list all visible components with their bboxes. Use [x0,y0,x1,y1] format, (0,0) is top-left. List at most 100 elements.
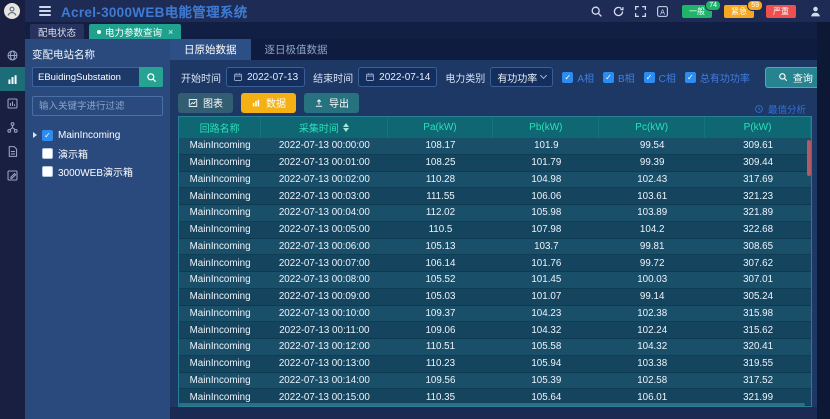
column-header[interactable]: Pc(kW) [599,117,705,138]
table-cell: 103.61 [599,188,705,204]
phase-checkbox-B相[interactable]: ✓B相 [603,70,635,85]
query-panel: 开始时间 2022-07-13 结束时间 2022-07-14 电力类别 有功功… [170,60,817,407]
tree-node[interactable]: 3000WEB演示箱 [32,162,163,180]
column-header[interactable]: Pb(kW) [493,117,599,138]
table-cell: 104.23 [493,306,599,322]
tree-node[interactable]: ✓MainIncoming [32,126,163,144]
window-tab[interactable]: 电力参数查询× [89,24,181,39]
phase-checkbox-group: ✓A相 ✓B相 ✓C相 ✓总有功功率 [562,70,750,85]
table-cell: 105.03 [388,289,494,305]
column-header[interactable]: 采集时间 [261,117,387,138]
checkbox[interactable]: ✓ [603,72,614,83]
phase-checkbox-A相[interactable]: ✓A相 [562,70,594,85]
alarm-badge-严重[interactable]: 严重 [766,5,796,18]
bar-chart-icon [6,73,19,86]
phase-checkbox-总有功功率[interactable]: ✓总有功功率 [685,70,750,85]
content-tab[interactable]: 日原始数据 [170,39,251,60]
table-row[interactable]: MainIncoming2022-07-13 00:06:00105.13103… [179,239,811,256]
table-row[interactable]: MainIncoming2022-07-13 00:01:00108.25101… [179,155,811,172]
table-row[interactable]: MainIncoming2022-07-13 00:13:00110.23105… [179,356,811,373]
table-cell: MainIncoming [179,138,261,154]
table-cell: 2022-07-13 00:06:00 [261,239,387,255]
table-row[interactable]: MainIncoming2022-07-13 00:05:00110.5107.… [179,222,811,239]
table-cell: 307.01 [705,272,811,288]
tree-filter-input[interactable] [32,96,163,116]
data-view-button[interactable]: 数据 [241,93,296,113]
table-body: MainIncoming2022-07-13 00:00:00108.17101… [179,138,811,406]
tree-checkbox[interactable] [42,148,53,159]
table-cell: 105.13 [388,239,494,255]
column-header[interactable]: Pa(kW) [388,117,494,138]
app-root: Acrel-3000WEB电能管理系统 A 一般74紧急59严重 配电状态电力参… [0,0,830,419]
table-cell: 101.45 [493,272,599,288]
table-row[interactable]: MainIncoming2022-07-13 00:14:00109.56105… [179,373,811,390]
tree-node[interactable]: 演示箱 [32,144,163,162]
clock-icon [754,104,764,114]
table-cell: 2022-07-13 00:04:00 [261,205,387,221]
phase-checkbox-C相[interactable]: ✓C相 [644,70,676,85]
station-search-button[interactable] [139,67,163,87]
end-date-value: 2022-07-14 [379,72,430,83]
table-cell: MainIncoming [179,373,261,389]
table-cell: 2022-07-13 00:05:00 [261,222,387,238]
start-date-input[interactable]: 2022-07-13 [226,67,305,87]
table-row[interactable]: MainIncoming2022-07-13 00:10:00109.37104… [179,306,811,323]
category-select[interactable]: 有功功率 [490,67,553,87]
station-input[interactable] [32,67,139,87]
table-row[interactable]: MainIncoming2022-07-13 00:07:00106.14101… [179,255,811,272]
table-cell: 103.7 [493,239,599,255]
expand-caret-icon[interactable] [33,132,37,138]
table-vertical-scrollbar[interactable] [807,138,811,402]
tree-checkbox[interactable]: ✓ [42,130,53,141]
sidebar [0,0,25,419]
column-header[interactable]: P(kW) [705,117,811,138]
translate-icon[interactable]: A [656,5,669,18]
calendar-icon [365,72,375,82]
table-row[interactable]: MainIncoming2022-07-13 00:02:00110.28104… [179,172,811,189]
analysis-link[interactable]: 最值分析 [754,102,806,116]
tree-checkbox[interactable] [42,166,53,177]
table-horizontal-scrollbar[interactable] [179,403,805,406]
sidebar-item-report[interactable] [0,91,25,115]
end-date-input[interactable]: 2022-07-14 [358,67,437,87]
sidebar-item-document[interactable] [0,139,25,163]
sort-icon[interactable] [343,123,349,132]
table-cell: 101.07 [493,289,599,305]
table-cell: MainIncoming [179,172,261,188]
user-icon[interactable] [809,5,822,18]
search-icon[interactable] [590,5,603,18]
checkbox[interactable]: ✓ [685,72,696,83]
column-header[interactable]: 回路名称 [179,117,261,138]
topbar: Acrel-3000WEB电能管理系统 A 一般74紧急59严重 [0,0,830,22]
table-row[interactable]: MainIncoming2022-07-13 00:09:00105.03101… [179,289,811,306]
sidebar-item-bar-chart[interactable] [0,67,25,91]
scrollbar-thumb[interactable] [807,140,811,176]
alarm-badge-一般[interactable]: 一般74 [682,5,712,18]
window-tab[interactable]: 配电状态 [30,24,84,39]
sidebar-item-globe[interactable] [0,43,25,67]
close-tab-icon[interactable]: × [168,27,173,37]
tree-node-label: 3000WEB演示箱 [58,164,133,179]
checkbox[interactable]: ✓ [562,72,573,83]
table-row[interactable]: MainIncoming2022-07-13 00:11:00109.06104… [179,322,811,339]
sidebar-item-topology[interactable] [0,115,25,139]
fullscreen-icon[interactable] [634,5,647,18]
alarm-badge-紧急[interactable]: 紧急59 [724,5,754,18]
content-tab[interactable]: 逐日极值数据 [251,39,342,60]
refresh-icon[interactable] [612,5,625,18]
export-button[interactable]: 导出 [304,93,359,113]
sidebar-item-edit[interactable] [0,163,25,187]
chart-view-button[interactable]: 图表 [178,93,233,113]
table-row[interactable]: MainIncoming2022-07-13 00:04:00112.02105… [179,205,811,222]
menu-toggle-icon[interactable] [39,6,51,16]
table-row[interactable]: MainIncoming2022-07-13 00:12:00110.51105… [179,339,811,356]
table-row[interactable]: MainIncoming2022-07-13 00:00:00108.17101… [179,138,811,155]
line-chart-icon [188,98,198,108]
table-row[interactable]: MainIncoming2022-07-13 00:03:00111.55106… [179,188,811,205]
chart-view-label: 图表 [203,95,223,110]
avatar[interactable] [4,3,20,19]
table-cell: 101.9 [493,138,599,154]
table-cell: MainIncoming [179,289,261,305]
table-row[interactable]: MainIncoming2022-07-13 00:08:00105.52101… [179,272,811,289]
checkbox[interactable]: ✓ [644,72,655,83]
